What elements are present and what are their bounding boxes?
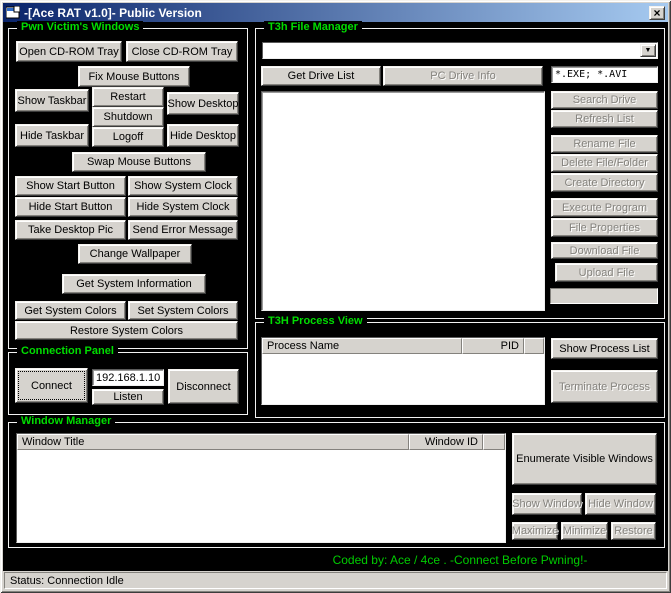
hide-taskbar-button[interactable]: Hide Taskbar xyxy=(15,124,89,147)
close-button[interactable]: × xyxy=(649,6,665,20)
connection-group-label: Connection Panel xyxy=(17,345,118,357)
show-process-list-button[interactable]: Show Process List xyxy=(551,338,658,359)
get-system-information-button[interactable]: Get System Information xyxy=(62,274,206,294)
process-list-body[interactable] xyxy=(262,354,544,404)
show-start-button-button[interactable]: Show Start Button xyxy=(15,176,126,196)
credit-text: Coded by: Ace / 4ce . -Connect Before Pw… xyxy=(255,553,665,567)
transfer-progress-panel xyxy=(550,288,658,304)
process-name-column-header[interactable]: Process Name xyxy=(262,338,462,354)
create-directory-button[interactable]: Create Directory xyxy=(551,173,658,192)
show-taskbar-button[interactable]: Show Taskbar xyxy=(15,89,89,112)
show-window-button[interactable]: Show Window xyxy=(512,493,582,515)
send-error-message-button[interactable]: Send Error Message xyxy=(128,220,238,240)
ip-address-input[interactable] xyxy=(92,369,164,386)
hide-start-button-button[interactable]: Hide Start Button xyxy=(15,197,126,217)
take-desktop-pic-button[interactable]: Take Desktop Pic xyxy=(15,220,126,240)
file-filter-input[interactable] xyxy=(551,66,658,83)
hide-window-button[interactable]: Hide Window xyxy=(585,493,656,515)
show-system-clock-button[interactable]: Show System Clock xyxy=(128,176,238,196)
file-properties-button[interactable]: File Properties xyxy=(551,218,658,237)
show-desktop-button[interactable]: Show Desktop xyxy=(167,92,239,115)
close-icon: × xyxy=(653,7,660,19)
terminate-process-button[interactable]: Terminate Process xyxy=(551,370,658,403)
process-view-group-label: T3H Process View xyxy=(264,315,367,327)
close-cdrom-button[interactable]: Close CD-ROM Tray xyxy=(126,41,238,62)
process-extra-column-header[interactable] xyxy=(524,338,544,354)
window-extra-column-header[interactable] xyxy=(483,434,505,450)
status-text: Status: Connection Idle xyxy=(4,572,667,589)
restore-system-colors-button[interactable]: Restore System Colors xyxy=(15,321,238,340)
pid-column-header[interactable]: PID xyxy=(462,338,524,354)
process-list-header: Process Name PID xyxy=(262,338,544,354)
execute-program-button[interactable]: Execute Program xyxy=(551,198,658,217)
get-drive-list-button[interactable]: Get Drive List xyxy=(261,66,381,86)
window-list-body[interactable] xyxy=(17,450,505,542)
hide-desktop-button[interactable]: Hide Desktop xyxy=(167,124,239,147)
drive-combobox-value xyxy=(263,43,639,58)
upload-file-button[interactable]: Upload File xyxy=(555,263,658,282)
window-title-column-header[interactable]: Window Title xyxy=(17,434,409,450)
fix-mouse-buttons-button[interactable]: Fix Mouse Buttons xyxy=(78,66,190,87)
chevron-down-icon[interactable]: ▼ xyxy=(640,44,656,57)
app-window: -[Ace RAT v1.0]- Public Version × Pwn Vi… xyxy=(0,0,671,593)
rename-file-button[interactable]: Rename File xyxy=(551,135,658,153)
download-file-button[interactable]: Download File xyxy=(551,242,658,259)
delete-file-folder-button[interactable]: Delete File/Folder xyxy=(551,154,658,172)
get-system-colors-button[interactable]: Get System Colors xyxy=(15,301,126,320)
file-manager-group-label: T3h File Manager xyxy=(264,21,362,33)
restore-button[interactable]: Restore xyxy=(611,522,656,540)
connect-button[interactable]: Connect xyxy=(15,368,88,403)
file-list[interactable] xyxy=(261,91,545,311)
enumerate-visible-windows-button[interactable]: Enumerate Visible Windows xyxy=(512,433,657,485)
change-wallpaper-button[interactable]: Change Wallpaper xyxy=(78,244,192,264)
pwn-group-label: Pwn Victim's Windows xyxy=(17,21,143,33)
window-title: -[Ace RAT v1.0]- Public Version xyxy=(24,6,649,20)
window-listview[interactable]: Window Title Window ID xyxy=(16,433,506,543)
process-listview[interactable]: Process Name PID xyxy=(261,337,545,405)
status-bar: Status: Connection Idle xyxy=(3,571,668,590)
listen-button[interactable]: Listen xyxy=(92,389,164,405)
maximize-button[interactable]: Maximize xyxy=(512,522,558,540)
app-icon xyxy=(6,6,20,19)
refresh-list-button[interactable]: Refresh List xyxy=(551,110,658,128)
title-bar: -[Ace RAT v1.0]- Public Version × xyxy=(3,3,668,22)
drive-combobox[interactable]: ▼ xyxy=(262,42,658,59)
disconnect-button[interactable]: Disconnect xyxy=(168,369,239,404)
restart-button[interactable]: Restart xyxy=(92,87,164,107)
window-manager-group-label: Window Manager xyxy=(17,415,115,427)
pc-drive-info-button[interactable]: PC Drive Info xyxy=(383,66,543,86)
open-cdrom-button[interactable]: Open CD-ROM Tray xyxy=(16,41,122,62)
window-list-header: Window Title Window ID xyxy=(17,434,505,450)
minimize-button[interactable]: Minimize xyxy=(561,522,608,540)
set-system-colors-button[interactable]: Set System Colors xyxy=(128,301,238,320)
search-drive-button[interactable]: Search Drive xyxy=(551,91,658,109)
hide-system-clock-button[interactable]: Hide System Clock xyxy=(128,197,238,217)
window-id-column-header[interactable]: Window ID xyxy=(409,434,483,450)
swap-mouse-buttons-button[interactable]: Swap Mouse Buttons xyxy=(72,152,206,172)
logoff-button[interactable]: Logoff xyxy=(92,127,164,147)
shutdown-button[interactable]: Shutdown xyxy=(92,107,164,127)
